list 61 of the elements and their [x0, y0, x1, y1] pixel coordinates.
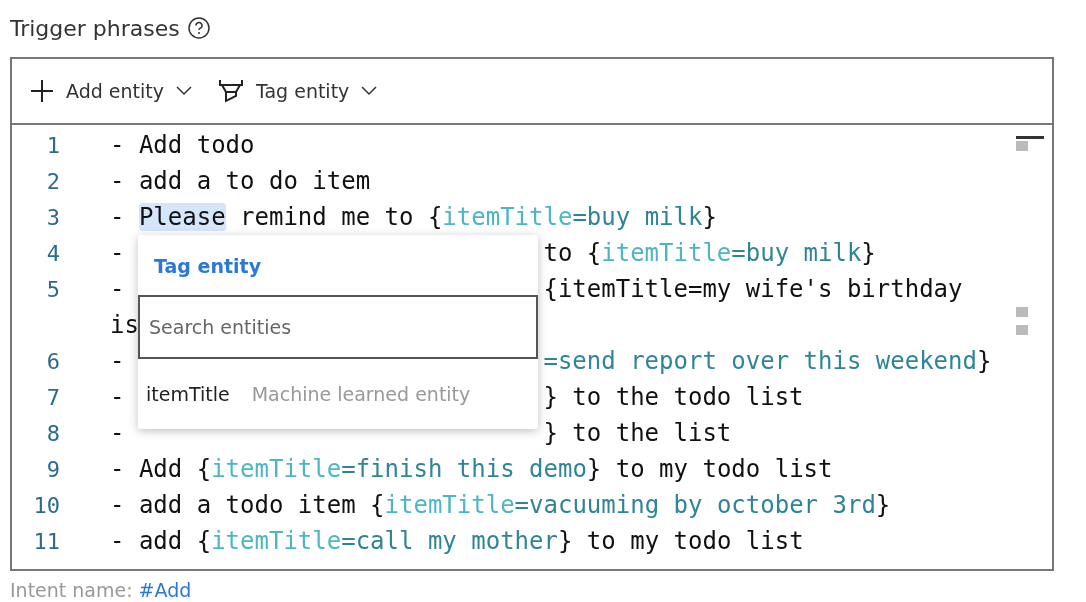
search-field[interactable]: Search entities	[138, 295, 538, 359]
add-entity-button[interactable]: Add entity	[28, 75, 194, 107]
line-number: 3	[45, 204, 60, 230]
phrase-text: } to my todo list	[557, 527, 804, 555]
phrase-text: }	[702, 203, 717, 231]
entity-name: itemTitle	[211, 455, 342, 483]
phrase-text: -	[110, 275, 125, 303]
phrase-text: to {	[543, 239, 602, 267]
plus-icon	[30, 79, 54, 103]
entity-value: =send report over this weekend	[543, 347, 977, 375]
phrase-text: - add {	[110, 527, 212, 555]
phrase-text: remind me to {	[239, 203, 443, 231]
help-icon[interactable]	[187, 17, 210, 39]
entity-value: =vacuuming by october 3rd	[514, 491, 876, 519]
phrase-text: }	[976, 347, 992, 375]
phrase-text: } to the list	[543, 419, 732, 447]
entity-option-type: Machine learned entity	[251, 383, 471, 405]
entity-name: itemTitle	[384, 491, 515, 519]
entity-value: =buy milk	[731, 239, 862, 267]
chevron-down-icon	[361, 86, 378, 96]
line-number: 9	[45, 456, 60, 482]
selected-word: Please	[138, 203, 226, 231]
phrase-text: -	[110, 347, 125, 375]
line-number: 1	[45, 132, 60, 158]
phrase-text: }	[861, 239, 876, 267]
phrase-text: -	[110, 383, 125, 411]
entity-name: itemTitle	[442, 203, 573, 231]
phrase-text: is	[110, 311, 139, 339]
intent-link[interactable]: #Add	[138, 579, 192, 601]
line-number: 5	[45, 276, 60, 302]
entity-value: =finish this demo	[341, 455, 587, 483]
phrase-text: -	[110, 239, 125, 267]
entity-name: itemTitle	[601, 239, 732, 267]
phrase-text: }	[875, 491, 891, 519]
line-number: 2	[45, 168, 60, 194]
section-title: Trigger phrases	[10, 15, 180, 41]
line-number: 7	[45, 384, 60, 410]
intent-label: Intent name:	[10, 579, 133, 601]
tag-entity-button[interactable]: Tag entity	[216, 75, 380, 107]
phrase-text: } to the todo list	[543, 383, 804, 411]
entity-value: =buy milk	[572, 203, 703, 231]
entity-name: itemTitle	[211, 527, 342, 555]
phrase-text: - Add {	[110, 455, 212, 483]
line-number: 4	[45, 240, 60, 266]
phrase-text: {itemTitle=my wife's birthday	[543, 275, 963, 303]
entity-option-name: itemTitle	[146, 383, 230, 405]
entity-value: =call my mother	[341, 527, 558, 555]
phrase-text: - add a todo item {	[110, 491, 385, 519]
phrase-text: } to my todo list	[586, 455, 833, 483]
phrase-text: -	[110, 419, 125, 447]
phrase-text: - add a to do item	[110, 167, 371, 195]
highlighter-icon	[218, 79, 244, 103]
chevron-down-icon	[176, 86, 192, 96]
line-number: 11	[32, 528, 60, 554]
line-number: 10	[32, 492, 60, 518]
phrase-text: -	[110, 203, 126, 231]
popup-title: Tag entity	[153, 254, 263, 279]
entity-option[interactable]: itemTitle Machine learned entity	[138, 359, 538, 429]
phrase-text: - Add todo	[110, 131, 255, 159]
line-number: 8	[45, 420, 60, 446]
line-number: 6	[45, 348, 60, 374]
